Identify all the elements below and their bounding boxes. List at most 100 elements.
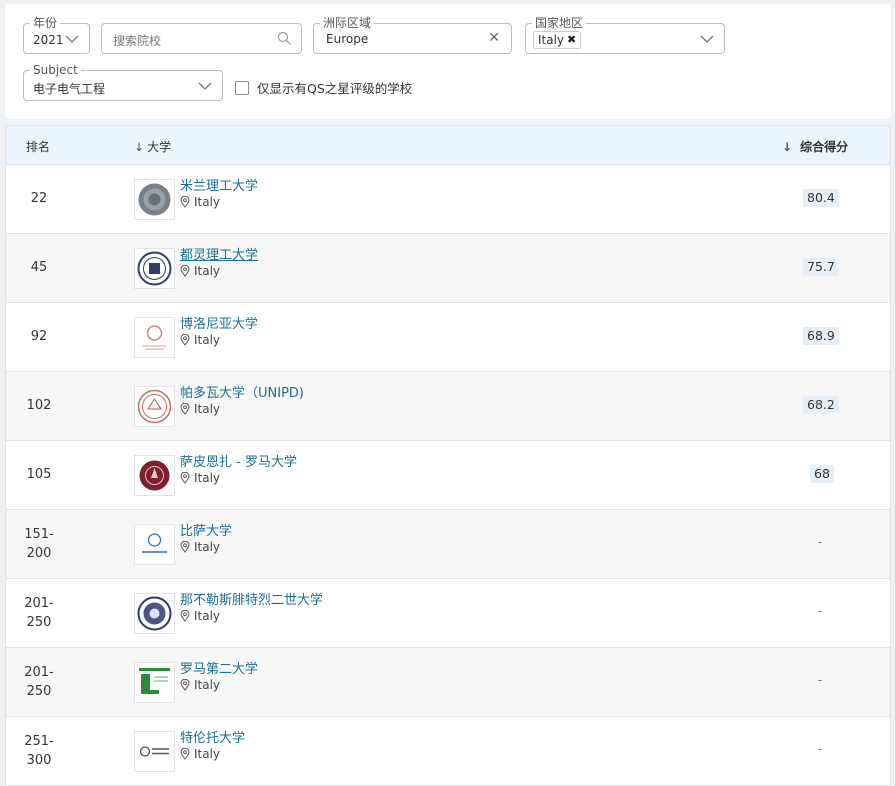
university-name-link[interactable]: 博洛尼亚大学 [180,313,258,332]
table-row[interactable]: 92 博洛尼亚大学 Italy 68.9 [6,303,890,372]
university-name-link[interactable]: 特伦托大学 [180,727,245,746]
overall-score: 75.7 [803,258,839,276]
university-name-link[interactable]: 罗马第二大学 [180,658,258,677]
country-label: 国家地区 [532,16,587,30]
location-label: Italy [194,678,221,692]
rank-value: 22 [30,191,48,206]
university-location: Italy [180,747,220,761]
location-label: Italy [194,747,221,761]
table-row[interactable]: 102 帕多瓦大学（UNIPD) Italy 68.2 [6,372,890,441]
university-header-label: 大学 [147,140,172,154]
sort-arrow-icon: ↓ [782,140,793,154]
rank-header[interactable]: 排名 [26,138,50,155]
subject-label: Subject [30,63,81,77]
region-value: Europe [326,32,369,46]
chip-remove-icon[interactable]: ✖ [567,32,576,48]
rank-value-line2: 200 [26,546,52,561]
rank-value-line1: 201- [24,665,54,680]
overall-score: - [818,535,823,549]
score-header-label: 综合得分 [800,140,849,154]
university-location: Italy [180,678,220,692]
search-icon[interactable] [277,31,292,46]
university-header[interactable]: ↓ 大学 [134,138,171,155]
location-pin-icon [180,196,190,208]
overall-score: - [818,604,823,618]
chevron-down-icon [65,33,79,45]
location-label: Italy [194,471,221,485]
university-location: Italy [180,540,220,554]
table-header: 排名 ↓ 大学 ↓ 综合得分 [6,125,890,165]
university-logo [134,248,175,289]
region-label: 洲际区域 [320,16,375,30]
close-icon[interactable]: ✕ [488,31,500,45]
subject-select[interactable]: Subject 电子电气工程 [23,63,223,101]
table-row[interactable]: 22 米兰理工大学 Italy 80.4 [6,165,890,234]
university-location: Italy [180,609,220,623]
table-row[interactable]: 201- 250 那不勒斯腓特烈二世大学 Italy - [6,579,890,648]
rank-value-line1: 151- [24,527,54,542]
university-name-link[interactable]: 比萨大学 [180,520,232,539]
table-row[interactable]: 151- 200 比萨大学 Italy - [6,510,890,579]
overall-score: - [818,742,823,756]
country-select[interactable]: 国家地区 Italy ✖ [525,16,725,54]
table-row[interactable]: 105 萨皮恩扎 - 罗马大学 Italy 68 [6,441,890,510]
rank-value: 102 [26,398,52,413]
subject-value: 电子电气工程 [33,82,106,96]
overall-score: 68.2 [803,396,839,414]
university-location: Italy [180,333,220,347]
table-row[interactable]: 201- 250 罗马第二大学 Italy - [6,648,890,717]
rank-value-line2: 250 [26,615,52,630]
university-location: Italy [180,195,220,209]
table-row[interactable]: 45 都灵理工大学 Italy 75.7 [6,234,890,303]
qs-stars-checkbox[interactable] [235,80,249,95]
overall-score: - [818,673,823,687]
location-label: Italy [194,609,221,623]
location-label: Italy [194,195,221,209]
ranking-table: 排名 ↓ 大学 ↓ 综合得分 22 米兰理工大学 Italy 80.4 45 都灵理… [5,125,891,786]
chevron-down-icon [198,80,212,92]
rank-value-line1: 251- [24,734,54,749]
location-pin-icon [180,748,190,760]
overall-score: 68 [810,465,834,483]
rank-value: 201- 250 [6,663,72,701]
location-pin-icon [180,334,190,346]
location-label: Italy [194,264,221,278]
qs-stars-label: 仅显示有QS之星评级的学校 [257,81,413,96]
location-pin-icon [180,403,190,415]
university-logo [134,524,175,565]
chevron-down-icon [700,33,714,45]
rank-value: 151- 200 [6,525,72,563]
score-header[interactable]: ↓ 综合得分 [782,138,848,155]
location-pin-icon [180,610,190,622]
location-pin-icon [180,679,190,691]
university-logo [134,731,175,772]
qs-stars-filter[interactable]: 仅显示有QS之星评级的学校 [235,78,412,97]
year-select[interactable]: 年份 2021 [23,16,90,54]
search-placeholder: 搜索院校 [113,34,162,48]
rank-value: 201- 250 [6,594,72,632]
location-label: Italy [194,333,221,347]
university-name-link[interactable]: 那不勒斯腓特烈二世大学 [180,589,323,608]
rank-value: 92 [30,329,48,344]
country-chip: Italy ✖ [533,31,582,49]
rank-value: 251- 300 [6,732,72,770]
university-name-link[interactable]: 都灵理工大学 [180,244,258,263]
university-name-link[interactable]: 帕多瓦大学（UNIPD) [180,382,304,401]
year-value: 2021 [33,33,64,47]
location-pin-icon [180,472,190,484]
rank-value: 45 [30,260,48,275]
university-logo [134,455,175,496]
overall-score: 80.4 [803,189,839,207]
table-row[interactable]: 251- 300 特伦托大学 Italy - [6,717,890,786]
university-name-link[interactable]: 米兰理工大学 [180,175,258,194]
university-name-link[interactable]: 萨皮恩扎 - 罗马大学 [180,451,297,470]
university-location: Italy [180,402,220,416]
university-logo [134,179,175,220]
university-logo [134,317,175,358]
rank-value-line1: 201- [24,596,54,611]
location-label: Italy [194,402,221,416]
region-select[interactable]: 洲际区域 Europe ✕ [313,16,512,54]
rank-value-line2: 250 [26,684,52,699]
search-input[interactable]: 搜索院校 [101,23,302,54]
location-pin-icon [180,265,190,277]
